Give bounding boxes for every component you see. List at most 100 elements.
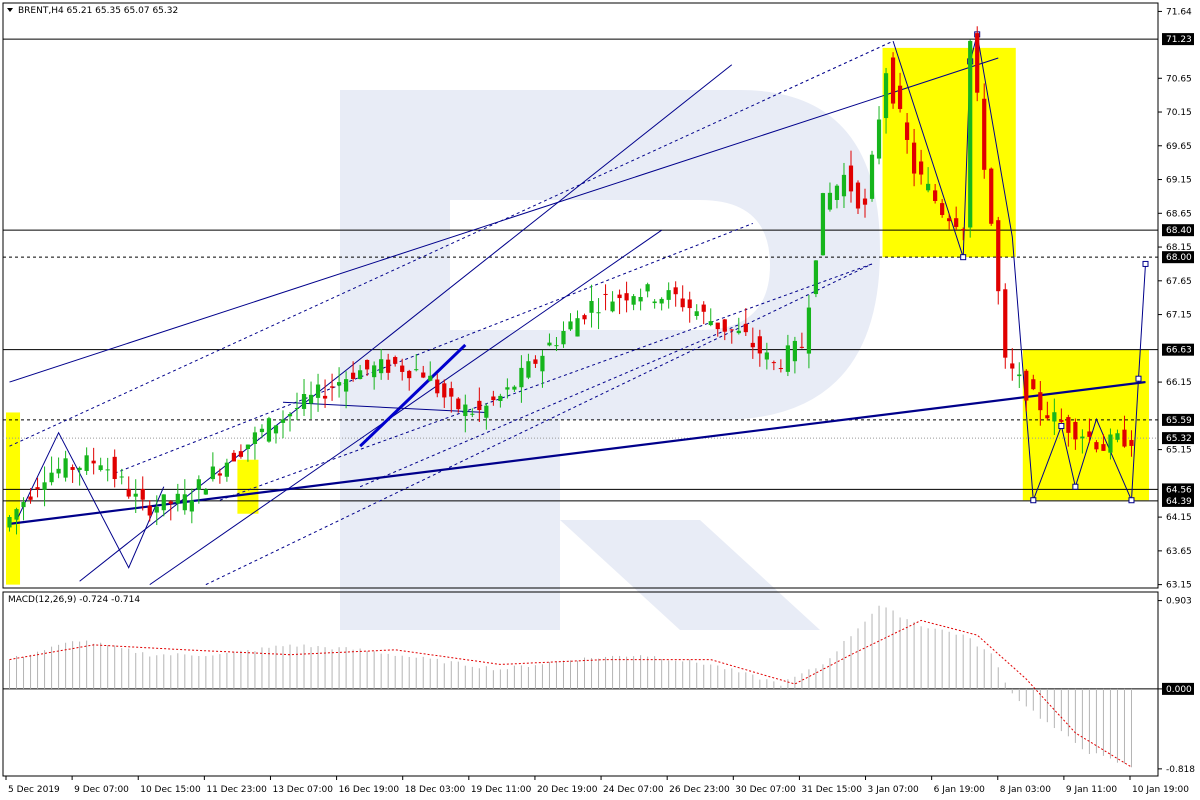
bear-candle xyxy=(456,398,461,410)
level-price-label: 68.00 xyxy=(1166,253,1192,263)
price-tick-label: 70.15 xyxy=(1166,108,1192,118)
bull-candle xyxy=(301,394,307,409)
time-tick-label: 26 Dec 23:00 xyxy=(669,785,730,795)
bull-candle xyxy=(540,355,545,372)
time-tick-label: 3 Jan 07:00 xyxy=(868,785,920,795)
bear-candle xyxy=(771,362,776,364)
bull-candle xyxy=(645,284,650,292)
bear-candle xyxy=(217,473,222,476)
bear-candle xyxy=(897,85,903,109)
bull-candle xyxy=(631,296,636,305)
macd-tick-label: -0.818 xyxy=(1166,765,1195,775)
bear-candle xyxy=(126,488,131,497)
bull-candle xyxy=(827,192,833,210)
bull-candle xyxy=(133,493,138,497)
bull-candle xyxy=(182,494,187,511)
bull-candle xyxy=(77,467,82,470)
bull-candle xyxy=(203,489,208,495)
bull-candle xyxy=(968,40,973,228)
bull-candle xyxy=(575,318,580,337)
bear-candle xyxy=(947,218,952,222)
price-tick-label: 66.15 xyxy=(1166,378,1192,388)
bull-candle xyxy=(883,73,889,119)
macd-tick-label: 0.903 xyxy=(1166,597,1192,607)
bull-candle xyxy=(610,301,615,312)
bull-candle xyxy=(813,260,819,295)
chart-canvas: 0.903 0.000 -0.818 71.64 70.65 70.15 69.65 69.… xyxy=(0,0,1200,800)
bear-candle xyxy=(533,359,538,364)
bull-candle xyxy=(49,472,54,483)
bear-candle xyxy=(757,336,762,354)
bull-candle xyxy=(638,296,643,302)
bear-candle xyxy=(491,396,496,401)
bull-candle xyxy=(694,311,699,316)
bear-candle xyxy=(919,161,924,175)
bull-candle xyxy=(343,379,349,392)
bull-candle xyxy=(526,361,531,378)
bear-candle xyxy=(1031,379,1036,390)
bear-candle xyxy=(365,359,370,370)
bull-candle xyxy=(666,290,671,300)
wave-point-marker xyxy=(1128,497,1135,504)
bull-candle xyxy=(175,493,180,504)
level-price-label: 64.39 xyxy=(1166,497,1192,507)
bull-candle xyxy=(273,425,279,434)
bear-candle xyxy=(112,456,117,480)
bull-candle xyxy=(315,384,321,398)
bear-candle xyxy=(442,383,447,398)
bull-candle xyxy=(358,370,363,380)
bull-candle xyxy=(14,509,19,520)
bear-candle xyxy=(722,319,727,332)
bull-candle xyxy=(224,462,229,477)
bear-candle xyxy=(421,372,426,378)
bull-candle xyxy=(379,359,384,374)
price-tick-label: 65.15 xyxy=(1166,446,1192,456)
bull-candle xyxy=(154,506,159,513)
time-tick-label: 31 Dec 15:00 xyxy=(801,785,862,795)
price-tick-label: 71.64 xyxy=(1166,7,1192,17)
bull-candle xyxy=(484,405,489,418)
bull-candle xyxy=(792,340,797,362)
bull-candle xyxy=(56,468,61,474)
level-price-label: 68.40 xyxy=(1166,226,1192,236)
bear-candle xyxy=(140,489,145,500)
bear-candle xyxy=(407,370,412,379)
bull-candle xyxy=(785,345,790,372)
bull-candle xyxy=(1115,433,1120,440)
bull-candle xyxy=(764,352,769,360)
price-tick-label: 69.65 xyxy=(1166,142,1192,152)
bear-candle xyxy=(715,322,720,330)
bear-candle xyxy=(975,33,980,93)
price-tick-label: 67.15 xyxy=(1166,311,1192,321)
bear-candle xyxy=(1038,392,1043,411)
bear-candle xyxy=(996,220,1001,292)
bull-candle xyxy=(245,444,251,449)
bear-candle xyxy=(1094,442,1099,450)
bull-candle xyxy=(105,469,110,471)
macd-tick-label: 0.000 xyxy=(1166,685,1192,695)
bear-candle xyxy=(1087,431,1092,437)
bear-candle xyxy=(582,315,587,320)
bear-candle xyxy=(70,467,75,470)
bear-candle xyxy=(1059,419,1064,422)
wave-point-marker xyxy=(960,254,967,261)
bear-candle xyxy=(435,379,440,394)
bull-candle xyxy=(568,321,573,330)
bear-candle xyxy=(1045,415,1050,419)
time-tick-label: 10 Jan 19:00 xyxy=(1132,785,1189,795)
bear-candle xyxy=(989,168,994,224)
bear-candle xyxy=(1129,440,1134,446)
bull-candle xyxy=(820,193,826,256)
bear-candle xyxy=(35,487,40,490)
bull-candle xyxy=(119,476,124,478)
bear-candle xyxy=(322,395,328,399)
bull-candle xyxy=(189,500,194,512)
time-tick-label: 19 Dec 11:00 xyxy=(471,785,532,795)
time-tick-label: 18 Dec 03:00 xyxy=(405,785,466,795)
time-tick-label: 8 Jan 03:00 xyxy=(1000,785,1052,795)
macd-header: MACD(12,26,9) -0.724 -0.714 xyxy=(8,595,140,605)
bull-candle xyxy=(876,119,882,159)
time-tick-label: 30 Dec 07:00 xyxy=(735,785,796,795)
bear-candle xyxy=(848,165,854,192)
bull-candle xyxy=(280,419,286,423)
